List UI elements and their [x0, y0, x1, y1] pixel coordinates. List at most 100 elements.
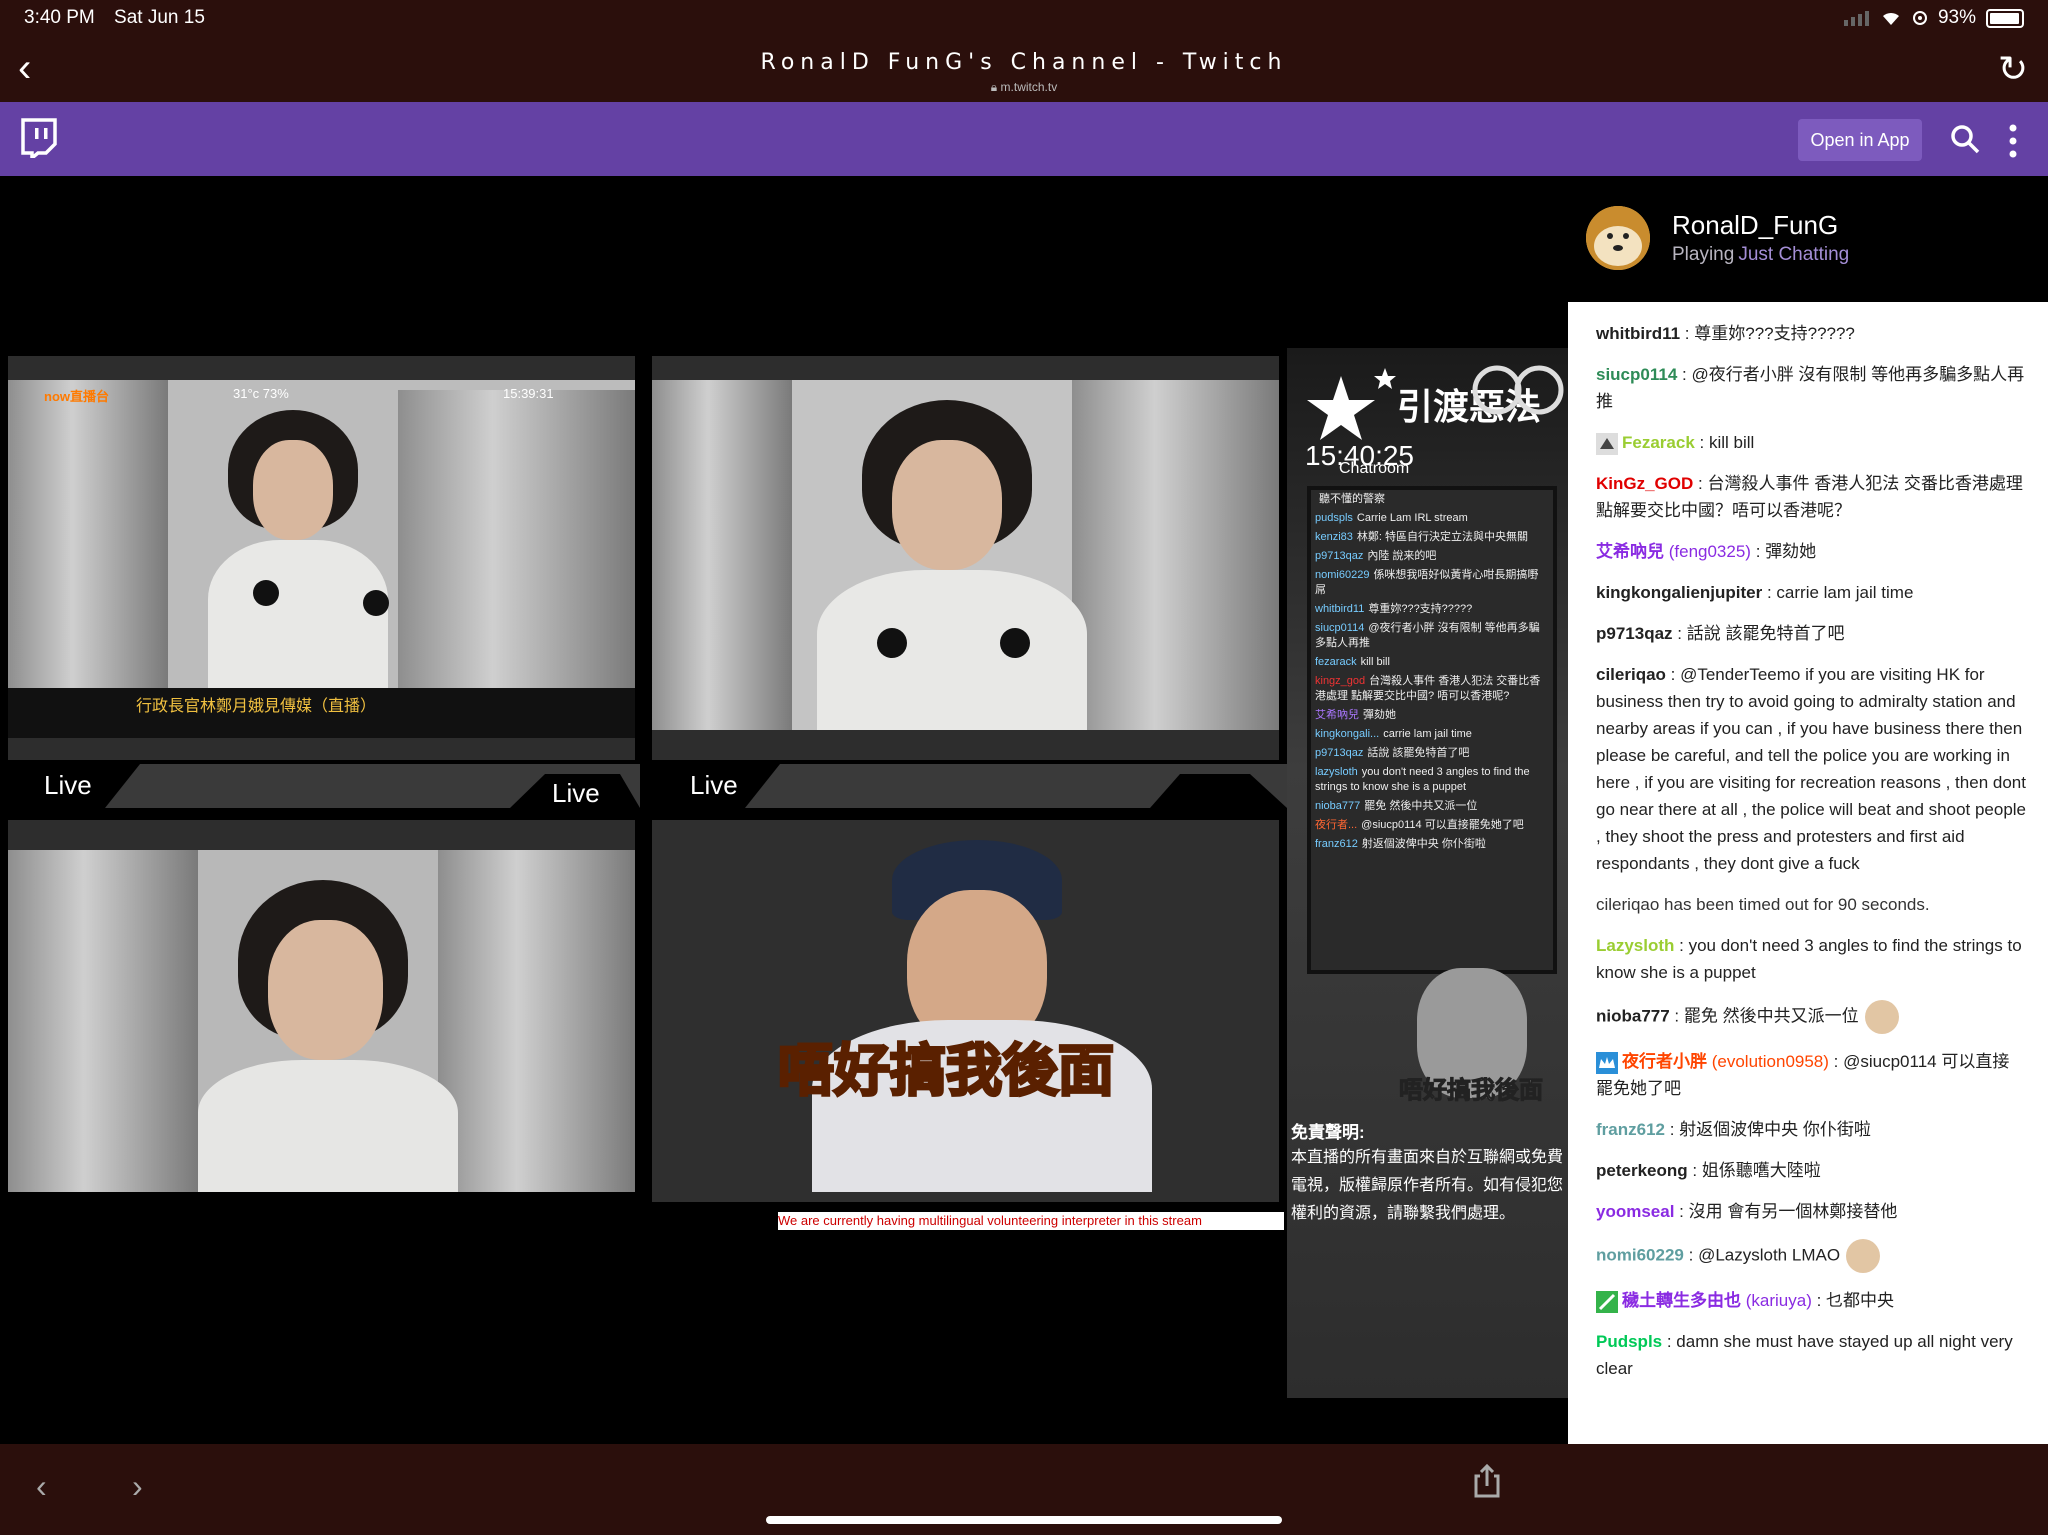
- chat-message: cileriqao : @TenderTeemo if you are visi…: [1596, 665, 2027, 873]
- overlay-chat-row: nomi60229 係咪想我唔好似黃背心咁長期搞嘢屌: [1315, 569, 1539, 596]
- sword-badge-icon: [1596, 1290, 1618, 1313]
- chat-message: Lazysloth : you don't need 3 angles to f…: [1596, 936, 2022, 982]
- forward-arrow-icon[interactable]: ›: [132, 1468, 143, 1505]
- overlay-chat-row: 聽不懂的警察: [1319, 493, 1385, 505]
- overlay-chatroom: 聽不懂的警察 pudspls Carrie Lam IRL stream kenz…: [1307, 486, 1557, 974]
- chat-message: 艾希吶兒 (feng0325) : 彈劾她: [1596, 542, 1817, 561]
- overlay-chat-row: lazysloth you don't need 3 angles to find…: [1315, 766, 1530, 793]
- overlay-chat-row: fezarack kill bill: [1315, 656, 1390, 668]
- arrow-badge-icon: [1596, 432, 1618, 455]
- battery-percent: 93%: [1937, 7, 1976, 28]
- disclaimer-title: 免責聲明:: [1291, 1123, 1365, 1142]
- meme-caption: 唔好搞我後面: [777, 1038, 1116, 1106]
- chat-message: franz612 : 射返個波俾中央 你仆街啦: [1596, 1120, 1871, 1139]
- star-icon: [1307, 368, 1396, 440]
- chat-message: nomi60229 : @Lazysloth LMAO: [1596, 1239, 2026, 1273]
- live-label-1: Live: [44, 770, 92, 800]
- chat-username[interactable]: yoomseal: [1596, 1202, 1674, 1221]
- browser-bar: ‹ RonalD FunG's Channel - Twitch 🔒︎ m.tw…: [0, 36, 2048, 102]
- search-icon[interactable]: [1950, 124, 1980, 154]
- video-player[interactable]: now直播台 31°c 73% 15:39:31 行政長官林鄭月娥見傳媒（直播）…: [0, 176, 1568, 1444]
- overlay-chat-row: kingkongali... carrie lam jail time: [1315, 728, 1472, 740]
- live-strip: Live Live Live: [0, 764, 1287, 808]
- overlay-chat-row: 艾希吶兒 彈劾她: [1315, 709, 1396, 721]
- video-feed-top-right: [652, 356, 1279, 760]
- stream-overlay: 引渡惡法 15:40:25 Chatroom 聽不懂的警察 pudspls Car…: [1287, 348, 1568, 1398]
- video-feed-bottom-left: [8, 820, 635, 1192]
- twitch-top-bar: Open in App: [0, 102, 2048, 176]
- chat-username[interactable]: whitbird11: [1596, 324, 1680, 343]
- overlay-chat-row: siucp0114 @夜行者小胖 沒有限制 等他再多騙多點人再推: [1315, 622, 1540, 649]
- open-in-app-button[interactable]: Open in App: [1798, 119, 1922, 161]
- chat-username[interactable]: cileriqao: [1596, 665, 1666, 684]
- meme-feed: 唔好搞我後面: [652, 820, 1279, 1202]
- chat-message: nioba777 : 罷免 然後中共又派一位: [1596, 1000, 2026, 1034]
- reload-icon[interactable]: ↻: [1998, 48, 2028, 90]
- tv-channel-logo: now直播台: [44, 389, 109, 404]
- live-label-2: Live: [552, 778, 600, 808]
- overlay-chat-row: nioba777 罷免 然後中共又派一位: [1315, 800, 1478, 812]
- channel-name[interactable]: RonalD_FunG: [1672, 210, 1838, 241]
- url-text: m.twitch.tv: [1000, 80, 1058, 94]
- overlay-chatroom-title: Chatroom: [1339, 460, 1410, 477]
- overlay-chat-row: pudspls Carrie Lam IRL stream: [1315, 512, 1468, 524]
- chat-message: p9713qaz : 話說 該罷免特首了吧: [1596, 624, 1845, 643]
- chat-username[interactable]: Fezarack: [1622, 433, 1695, 452]
- chat-username[interactable]: KinGz_GOD: [1596, 474, 1693, 493]
- emote-icon: [1864, 1000, 1899, 1034]
- video-feed-top-left: now直播台 31°c 73% 15:39:31 行政長官林鄭月娥見傳媒（直播）: [8, 356, 635, 760]
- chat-username[interactable]: peterkeong: [1596, 1161, 1688, 1180]
- chat-username[interactable]: Pudspls: [1596, 1332, 1662, 1351]
- doge-avatar-icon: [1586, 206, 1650, 270]
- chat-message: 穢土轉生多由也 (kariuya) : 乜都中央: [1596, 1287, 2026, 1314]
- back-arrow-icon[interactable]: ‹: [36, 1468, 47, 1505]
- chat-username[interactable]: siucp0114: [1596, 365, 1677, 384]
- tv-clock: 15:39:31: [503, 386, 554, 401]
- battery-icon: [1986, 8, 2024, 28]
- chat-message: kingkongalienjupiter : carrie lam jail t…: [1596, 583, 1914, 602]
- page-title: RonalD FunG's Channel - Twitch: [760, 50, 1288, 75]
- status-bar: 3:40 PM Sat Jun 15 93%: [0, 0, 2048, 36]
- url-label[interactable]: 🔒︎ m.twitch.tv: [0, 80, 2048, 95]
- chat-notice: cileriqao has been timed out for 90 seco…: [1596, 895, 1930, 914]
- ticker-text: We are currently having multilingual vol…: [778, 1212, 1284, 1230]
- chat-username[interactable]: 穢土轉生多由也: [1622, 1291, 1741, 1310]
- lock-icon: 🔒︎: [990, 80, 998, 94]
- game-link[interactable]: Just Chatting: [1738, 244, 1849, 265]
- twitch-logo-icon[interactable]: [20, 118, 58, 158]
- chat-username[interactable]: 夜行者小胖: [1622, 1052, 1707, 1071]
- overlay-chat-row: kenzi83 林鄭: 特區自行決定立法與中央無關: [1315, 531, 1529, 543]
- chat-username[interactable]: Lazysloth: [1596, 936, 1674, 955]
- chat-sidebar: RonalD_FunG Playing Just Chatting whitbir…: [1568, 176, 2048, 1444]
- emote-icon: [1846, 1239, 1881, 1273]
- chat-list: whitbird11 : 尊重妳???支持????? siucp0114 : @…: [1596, 320, 2026, 1396]
- overlay-chat-row: 夜行者... @siucp0114 可以直接罷免她了吧: [1315, 819, 1524, 831]
- chat-message: whitbird11 : 尊重妳???支持?????: [1596, 324, 1855, 343]
- chat-message: 夜行者小胖 (evolution0958) : @siucp0114 可以直接罷…: [1596, 1051, 2010, 1098]
- chat-username[interactable]: franz612: [1596, 1120, 1665, 1139]
- chat-message: siucp0114 : @夜行者小胖 沒有限制 等他再多騙多點人再推: [1596, 365, 2025, 411]
- channel-header: RonalD_FunG Playing Just Chatting: [1568, 176, 2048, 302]
- wifi-icon: [1882, 12, 1899, 25]
- live-label-3: Live: [690, 770, 738, 800]
- share-icon[interactable]: [1472, 1464, 1502, 1498]
- home-indicator[interactable]: [766, 1516, 1282, 1524]
- chat-username[interactable]: kingkongalienjupiter: [1596, 583, 1762, 602]
- tv-caption: 行政長官林鄭月娥見傳媒（直播）: [136, 698, 377, 715]
- cellular-signal-icon: [1843, 11, 1869, 26]
- chat-username[interactable]: nioba777: [1596, 1006, 1670, 1025]
- avatar[interactable]: [1586, 206, 1650, 270]
- disclaimer-body: 本直播的所有畫面來自於互聯網或免費電視，版權歸原作者所有。如有侵犯您權利的資源，…: [1291, 1149, 1564, 1222]
- chat-username[interactable]: p9713qaz: [1596, 624, 1673, 643]
- overlay-chat-row: p9713qaz 話說 該罷免特首了吧: [1315, 747, 1470, 759]
- chat-username[interactable]: 艾希吶兒: [1596, 542, 1664, 561]
- chat-username[interactable]: nomi60229: [1596, 1245, 1684, 1264]
- location-icon: [1912, 11, 1927, 25]
- chat-message: KinGz_GOD : 台灣殺人事件 香港人犯法 交番比香港處理 點解要交比中國…: [1596, 474, 2023, 520]
- more-options-icon[interactable]: [2006, 124, 2020, 158]
- overlay-chat-row: kingz_god 台灣殺人事件 香港人犯法 交番比香港處理 點解要交比中國? 唔…: [1315, 675, 1541, 702]
- chat-message: Pudspls : damn she must have stayed up a…: [1596, 1332, 2013, 1378]
- chat-message: yoomseal : 沒用 會有另一個林鄭接替他: [1596, 1202, 1898, 1221]
- chat-message: peterkeong : 姐係聽嚿大陸啦: [1596, 1161, 1821, 1180]
- overlay-chat-row: whitbird11 尊重妳???支持?????: [1315, 603, 1473, 615]
